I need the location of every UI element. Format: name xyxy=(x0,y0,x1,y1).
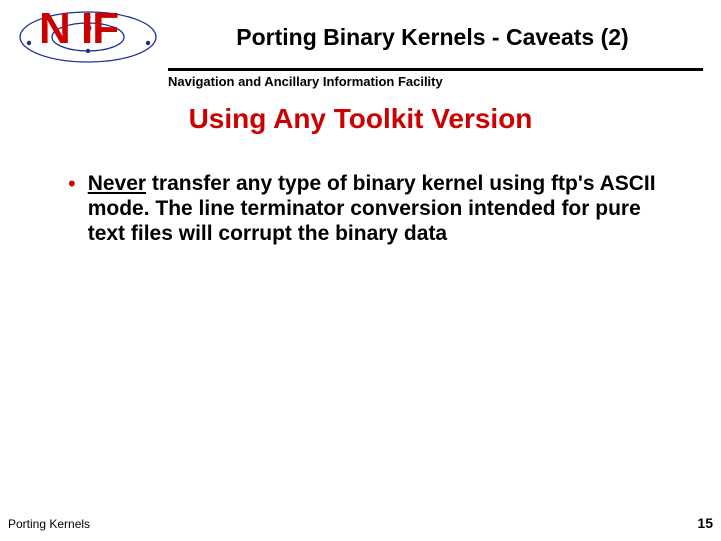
bullet-rest: transfer any type of binary kernel using… xyxy=(88,172,656,245)
page-number: 15 xyxy=(697,515,713,531)
footer-left: Porting Kernels xyxy=(8,517,90,531)
content-area: • Never transfer any type of binary kern… xyxy=(68,171,661,246)
header-row: N IF Porting Binary Kernels - Caveats (2… xyxy=(0,0,721,64)
logo-text: N IF xyxy=(39,4,118,54)
subtitle: Navigation and Ancillary Information Fac… xyxy=(168,68,703,89)
bullet-marker-icon: • xyxy=(68,171,76,196)
bullet-item: • Never transfer any type of binary kern… xyxy=(68,171,661,246)
bullet-never: Never xyxy=(88,172,146,195)
naif-logo: N IF xyxy=(18,10,158,64)
slide-title: Porting Binary Kernels - Caveats (2) xyxy=(158,24,703,51)
section-heading: Using Any Toolkit Version xyxy=(0,103,721,135)
bullet-text: Never transfer any type of binary kernel… xyxy=(88,171,661,246)
